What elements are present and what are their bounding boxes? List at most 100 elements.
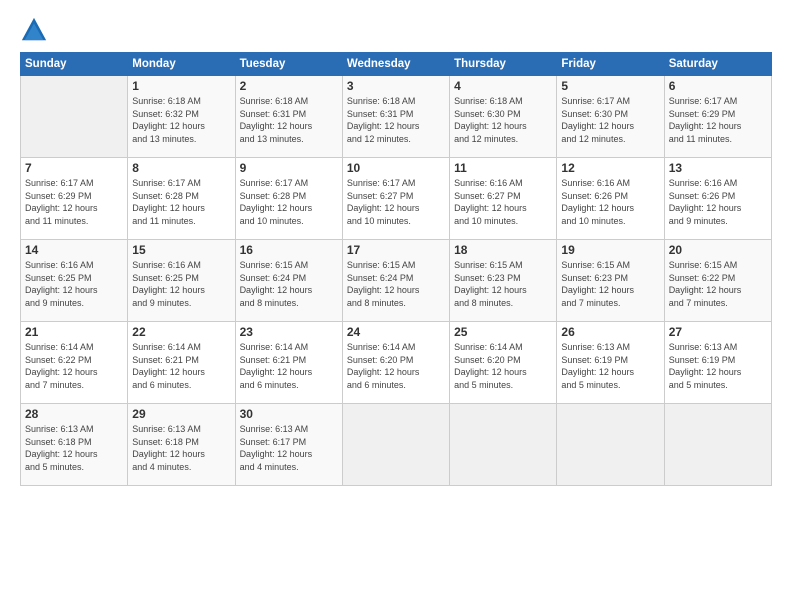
calendar-week-row: 7 Sunrise: 6:17 AM Sunset: 6:29 PM Daylig… bbox=[21, 158, 772, 240]
day-number: 17 bbox=[347, 243, 445, 257]
day-number: 25 bbox=[454, 325, 552, 339]
day-info: Sunrise: 6:16 AM Sunset: 6:27 PM Dayligh… bbox=[454, 177, 552, 227]
calendar-week-row: 21 Sunrise: 6:14 AM Sunset: 6:22 PM Dayli… bbox=[21, 322, 772, 404]
day-number: 14 bbox=[25, 243, 123, 257]
day-info: Sunrise: 6:16 AM Sunset: 6:25 PM Dayligh… bbox=[132, 259, 230, 309]
weekday-header-saturday: Saturday bbox=[664, 53, 771, 76]
day-info: Sunrise: 6:13 AM Sunset: 6:19 PM Dayligh… bbox=[669, 341, 767, 391]
day-info: Sunrise: 6:15 AM Sunset: 6:22 PM Dayligh… bbox=[669, 259, 767, 309]
day-info: Sunrise: 6:18 AM Sunset: 6:32 PM Dayligh… bbox=[132, 95, 230, 145]
calendar-cell bbox=[342, 404, 449, 486]
calendar-cell: 10 Sunrise: 6:17 AM Sunset: 6:27 PM Dayli… bbox=[342, 158, 449, 240]
day-info: Sunrise: 6:13 AM Sunset: 6:18 PM Dayligh… bbox=[25, 423, 123, 473]
day-info: Sunrise: 6:14 AM Sunset: 6:22 PM Dayligh… bbox=[25, 341, 123, 391]
calendar-cell: 8 Sunrise: 6:17 AM Sunset: 6:28 PM Daylig… bbox=[128, 158, 235, 240]
calendar-week-row: 14 Sunrise: 6:16 AM Sunset: 6:25 PM Dayli… bbox=[21, 240, 772, 322]
day-number: 28 bbox=[25, 407, 123, 421]
day-info: Sunrise: 6:17 AM Sunset: 6:28 PM Dayligh… bbox=[132, 177, 230, 227]
weekday-header-sunday: Sunday bbox=[21, 53, 128, 76]
day-info: Sunrise: 6:15 AM Sunset: 6:23 PM Dayligh… bbox=[561, 259, 659, 309]
day-info: Sunrise: 6:18 AM Sunset: 6:31 PM Dayligh… bbox=[240, 95, 338, 145]
calendar-cell: 2 Sunrise: 6:18 AM Sunset: 6:31 PM Daylig… bbox=[235, 76, 342, 158]
day-info: Sunrise: 6:15 AM Sunset: 6:24 PM Dayligh… bbox=[240, 259, 338, 309]
day-info: Sunrise: 6:17 AM Sunset: 6:27 PM Dayligh… bbox=[347, 177, 445, 227]
day-number: 1 bbox=[132, 79, 230, 93]
day-number: 13 bbox=[669, 161, 767, 175]
calendar-cell: 22 Sunrise: 6:14 AM Sunset: 6:21 PM Dayli… bbox=[128, 322, 235, 404]
day-number: 21 bbox=[25, 325, 123, 339]
day-number: 19 bbox=[561, 243, 659, 257]
weekday-header-thursday: Thursday bbox=[450, 53, 557, 76]
day-info: Sunrise: 6:17 AM Sunset: 6:30 PM Dayligh… bbox=[561, 95, 659, 145]
calendar-cell: 29 Sunrise: 6:13 AM Sunset: 6:18 PM Dayli… bbox=[128, 404, 235, 486]
day-info: Sunrise: 6:17 AM Sunset: 6:28 PM Dayligh… bbox=[240, 177, 338, 227]
day-info: Sunrise: 6:13 AM Sunset: 6:18 PM Dayligh… bbox=[132, 423, 230, 473]
day-info: Sunrise: 6:13 AM Sunset: 6:17 PM Dayligh… bbox=[240, 423, 338, 473]
day-info: Sunrise: 6:16 AM Sunset: 6:26 PM Dayligh… bbox=[669, 177, 767, 227]
day-info: Sunrise: 6:15 AM Sunset: 6:23 PM Dayligh… bbox=[454, 259, 552, 309]
day-number: 15 bbox=[132, 243, 230, 257]
calendar-cell: 3 Sunrise: 6:18 AM Sunset: 6:31 PM Daylig… bbox=[342, 76, 449, 158]
day-info: Sunrise: 6:16 AM Sunset: 6:25 PM Dayligh… bbox=[25, 259, 123, 309]
day-number: 26 bbox=[561, 325, 659, 339]
calendar-cell: 24 Sunrise: 6:14 AM Sunset: 6:20 PM Dayli… bbox=[342, 322, 449, 404]
calendar-cell: 4 Sunrise: 6:18 AM Sunset: 6:30 PM Daylig… bbox=[450, 76, 557, 158]
weekday-header-monday: Monday bbox=[128, 53, 235, 76]
calendar-cell: 27 Sunrise: 6:13 AM Sunset: 6:19 PM Dayli… bbox=[664, 322, 771, 404]
calendar-cell: 9 Sunrise: 6:17 AM Sunset: 6:28 PM Daylig… bbox=[235, 158, 342, 240]
calendar-table: SundayMondayTuesdayWednesdayThursdayFrid… bbox=[20, 52, 772, 486]
calendar-cell: 15 Sunrise: 6:16 AM Sunset: 6:25 PM Dayli… bbox=[128, 240, 235, 322]
calendar-cell bbox=[21, 76, 128, 158]
day-number: 27 bbox=[669, 325, 767, 339]
logo bbox=[20, 16, 52, 44]
day-number: 12 bbox=[561, 161, 659, 175]
day-number: 30 bbox=[240, 407, 338, 421]
day-number: 4 bbox=[454, 79, 552, 93]
day-number: 11 bbox=[454, 161, 552, 175]
calendar-cell: 7 Sunrise: 6:17 AM Sunset: 6:29 PM Daylig… bbox=[21, 158, 128, 240]
day-info: Sunrise: 6:17 AM Sunset: 6:29 PM Dayligh… bbox=[25, 177, 123, 227]
day-info: Sunrise: 6:14 AM Sunset: 6:20 PM Dayligh… bbox=[347, 341, 445, 391]
day-info: Sunrise: 6:18 AM Sunset: 6:30 PM Dayligh… bbox=[454, 95, 552, 145]
weekday-header-friday: Friday bbox=[557, 53, 664, 76]
calendar-cell: 21 Sunrise: 6:14 AM Sunset: 6:22 PM Dayli… bbox=[21, 322, 128, 404]
day-number: 20 bbox=[669, 243, 767, 257]
day-number: 24 bbox=[347, 325, 445, 339]
day-number: 16 bbox=[240, 243, 338, 257]
calendar-cell: 16 Sunrise: 6:15 AM Sunset: 6:24 PM Dayli… bbox=[235, 240, 342, 322]
day-number: 10 bbox=[347, 161, 445, 175]
calendar-cell: 14 Sunrise: 6:16 AM Sunset: 6:25 PM Dayli… bbox=[21, 240, 128, 322]
calendar-cell: 19 Sunrise: 6:15 AM Sunset: 6:23 PM Dayli… bbox=[557, 240, 664, 322]
day-number: 22 bbox=[132, 325, 230, 339]
day-info: Sunrise: 6:14 AM Sunset: 6:20 PM Dayligh… bbox=[454, 341, 552, 391]
day-number: 6 bbox=[669, 79, 767, 93]
day-number: 18 bbox=[454, 243, 552, 257]
page-container: SundayMondayTuesdayWednesdayThursdayFrid… bbox=[0, 0, 792, 612]
logo-icon bbox=[20, 16, 48, 44]
day-number: 5 bbox=[561, 79, 659, 93]
day-number: 3 bbox=[347, 79, 445, 93]
calendar-cell: 5 Sunrise: 6:17 AM Sunset: 6:30 PM Daylig… bbox=[557, 76, 664, 158]
calendar-cell: 23Sunrise: 6:14 AM Sunset: 6:21 PM Dayli… bbox=[235, 322, 342, 404]
day-number: 2 bbox=[240, 79, 338, 93]
day-info: Sunrise: 6:14 AM Sunset: 6:21 PM Dayligh… bbox=[240, 341, 338, 391]
calendar-cell bbox=[557, 404, 664, 486]
calendar-cell: 6 Sunrise: 6:17 AM Sunset: 6:29 PM Daylig… bbox=[664, 76, 771, 158]
day-info: Sunrise: 6:17 AM Sunset: 6:29 PM Dayligh… bbox=[669, 95, 767, 145]
calendar-cell: 26 Sunrise: 6:13 AM Sunset: 6:19 PM Dayli… bbox=[557, 322, 664, 404]
calendar-cell: 11 Sunrise: 6:16 AM Sunset: 6:27 PM Dayli… bbox=[450, 158, 557, 240]
calendar-week-row: 1 Sunrise: 6:18 AM Sunset: 6:32 PM Daylig… bbox=[21, 76, 772, 158]
day-number: 29 bbox=[132, 407, 230, 421]
day-number: 9 bbox=[240, 161, 338, 175]
day-number: 8 bbox=[132, 161, 230, 175]
calendar-cell: 12Sunrise: 6:16 AM Sunset: 6:26 PM Dayli… bbox=[557, 158, 664, 240]
day-info: Sunrise: 6:14 AM Sunset: 6:21 PM Dayligh… bbox=[132, 341, 230, 391]
calendar-cell: 18 Sunrise: 6:15 AM Sunset: 6:23 PM Dayli… bbox=[450, 240, 557, 322]
day-info: Sunrise: 6:13 AM Sunset: 6:19 PM Dayligh… bbox=[561, 341, 659, 391]
page-header bbox=[20, 16, 772, 44]
calendar-cell: 20 Sunrise: 6:15 AM Sunset: 6:22 PM Dayli… bbox=[664, 240, 771, 322]
day-info: Sunrise: 6:18 AM Sunset: 6:31 PM Dayligh… bbox=[347, 95, 445, 145]
day-number: 7 bbox=[25, 161, 123, 175]
day-info: Sunrise: 6:15 AM Sunset: 6:24 PM Dayligh… bbox=[347, 259, 445, 309]
calendar-cell: 1 Sunrise: 6:18 AM Sunset: 6:32 PM Daylig… bbox=[128, 76, 235, 158]
